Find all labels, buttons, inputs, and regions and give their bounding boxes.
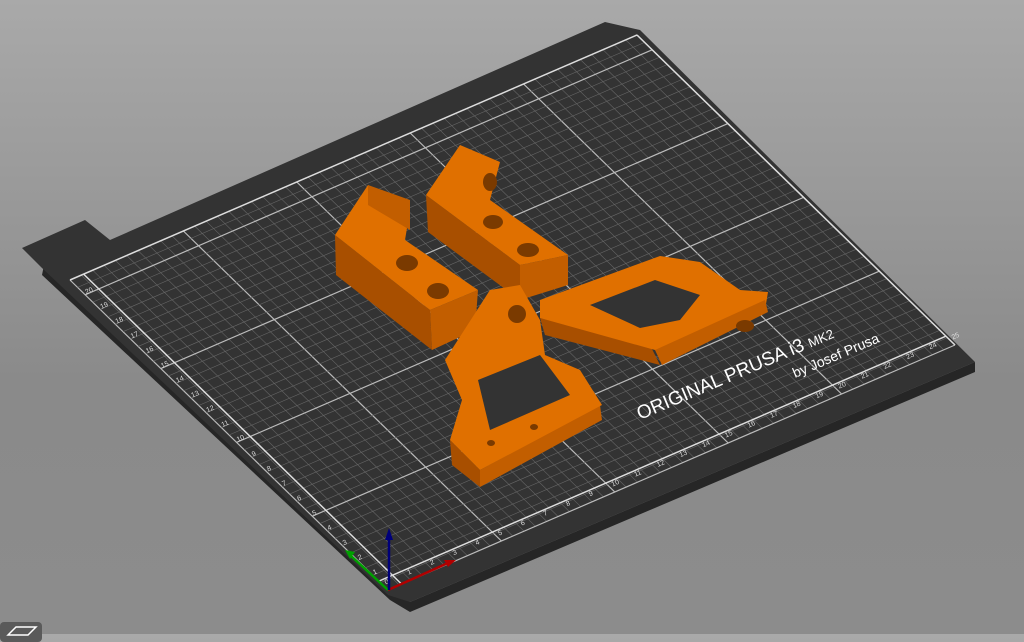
layers-view-icon	[6, 626, 38, 636]
3d-viewport[interactable]: 0123456789101112131415161718192021222324…	[0, 0, 1024, 634]
view-toggle-button[interactable]	[0, 622, 42, 642]
x-tick-label: 25	[951, 332, 961, 342]
